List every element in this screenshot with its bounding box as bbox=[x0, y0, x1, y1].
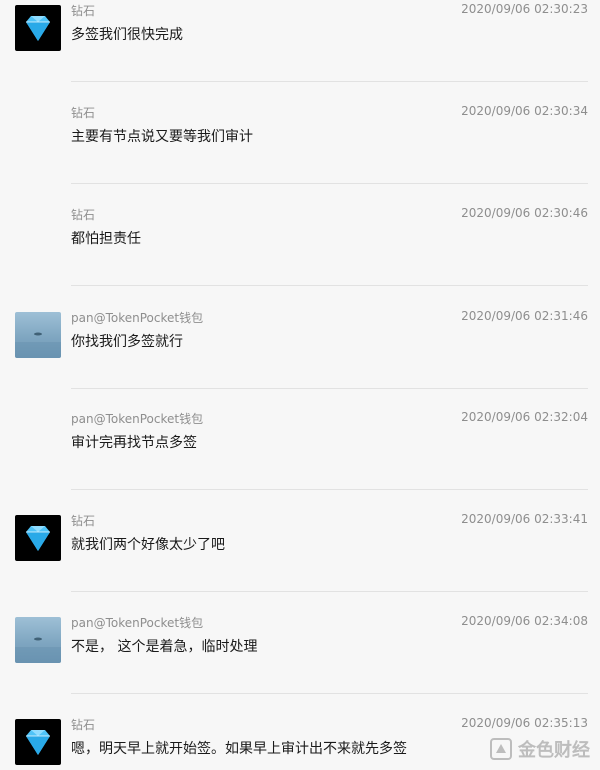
chat-log: 钻石 2020/09/06 02:30:23 多签我们很快完成 钻石 2020/… bbox=[0, 0, 600, 770]
message-divider bbox=[71, 388, 588, 389]
message-timestamp: 2020/09/06 02:30:46 bbox=[461, 206, 588, 220]
sender-name: 钻石 bbox=[71, 718, 96, 732]
water-photo-icon bbox=[15, 332, 61, 358]
avatar[interactable] bbox=[15, 617, 61, 663]
message-timestamp: 2020/09/06 02:35:13 bbox=[461, 716, 588, 730]
message-divider bbox=[71, 489, 588, 490]
message-item: pan@TokenPocket钱包 2020/09/06 02:32:04 审计… bbox=[0, 408, 600, 510]
sender-name: pan@TokenPocket钱包 bbox=[71, 311, 204, 325]
message-divider bbox=[71, 81, 588, 82]
message-timestamp: 2020/09/06 02:34:08 bbox=[461, 614, 588, 628]
message-timestamp: 2020/09/06 02:32:04 bbox=[461, 410, 588, 424]
message-text[interactable]: 你找我们多签就行 bbox=[71, 331, 183, 351]
message-item: 钻石 2020/09/06 02:33:41 就我们两个好像太少了吧 bbox=[0, 510, 600, 612]
message-timestamp: 2020/09/06 02:30:23 bbox=[461, 2, 588, 16]
water-photo-icon bbox=[15, 637, 61, 663]
message-item: 钻石 2020/09/06 02:30:34 主要有节点说又要等我们审计 bbox=[0, 102, 600, 204]
message-text[interactable]: 就我们两个好像太少了吧 bbox=[71, 534, 225, 554]
message-divider bbox=[71, 285, 588, 286]
message-item: 钻石 2020/09/06 02:30:23 多签我们很快完成 bbox=[0, 0, 600, 102]
sender-name: 钻石 bbox=[71, 106, 96, 120]
sender-name: 钻石 bbox=[71, 208, 96, 222]
message-item: 钻石 2020/09/06 02:30:46 都怕担责任 bbox=[0, 204, 600, 306]
message-text[interactable]: 都怕担责任 bbox=[71, 228, 141, 248]
message-text[interactable]: 多签我们很快完成 bbox=[71, 24, 183, 44]
message-divider bbox=[71, 591, 588, 592]
watermark-text: 金色财经 bbox=[518, 740, 590, 761]
avatar[interactable] bbox=[15, 515, 61, 561]
avatar[interactable] bbox=[15, 312, 61, 358]
watermark: 金色财经 bbox=[490, 736, 590, 762]
watermark-logo-icon bbox=[490, 738, 512, 760]
message-item: pan@TokenPocket钱包 2020/09/06 02:31:46 你找… bbox=[0, 307, 600, 409]
sender-name: 钻石 bbox=[71, 514, 96, 528]
diamond-icon bbox=[26, 16, 50, 41]
message-text[interactable]: 不是， 这个是着急，临时处理 bbox=[71, 636, 257, 656]
diamond-icon bbox=[26, 526, 50, 551]
diamond-icon bbox=[26, 730, 50, 755]
sender-name: pan@TokenPocket钱包 bbox=[71, 616, 204, 630]
avatar[interactable] bbox=[15, 719, 61, 765]
sender-name: 钻石 bbox=[71, 4, 96, 18]
message-item: pan@TokenPocket钱包 2020/09/06 02:34:08 不是… bbox=[0, 612, 600, 714]
message-text[interactable]: 嗯，明天早上就开始签。如果早上审计出不来就先多签 bbox=[71, 738, 407, 758]
message-text[interactable]: 审计完再找节点多签 bbox=[71, 432, 197, 452]
sender-name: pan@TokenPocket钱包 bbox=[71, 412, 204, 426]
avatar[interactable] bbox=[15, 5, 61, 51]
message-divider bbox=[71, 693, 588, 694]
message-divider bbox=[71, 183, 588, 184]
message-timestamp: 2020/09/06 02:33:41 bbox=[461, 512, 588, 526]
message-timestamp: 2020/09/06 02:30:34 bbox=[461, 104, 588, 118]
message-text[interactable]: 主要有节点说又要等我们审计 bbox=[71, 126, 253, 146]
message-timestamp: 2020/09/06 02:31:46 bbox=[461, 309, 588, 323]
